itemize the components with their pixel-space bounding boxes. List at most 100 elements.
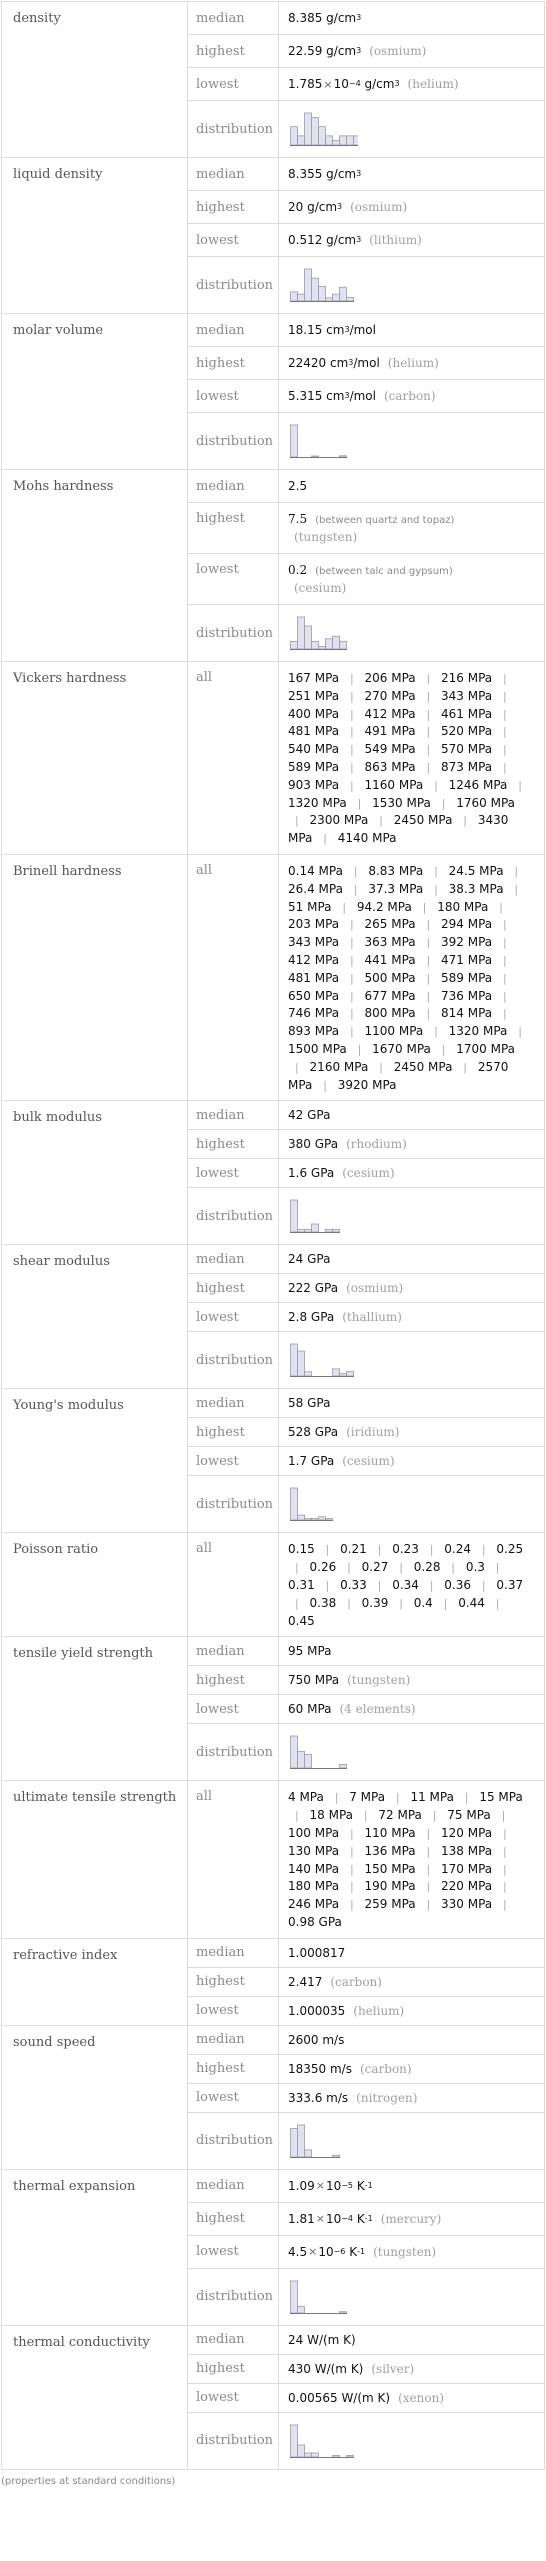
- stat-label-text: median: [196, 1945, 245, 1961]
- separator: |: [481, 1543, 486, 1557]
- stat-value: 1.09 × 10 −5 K -1: [278, 2168, 545, 2203]
- stat-label: highest: [187, 1273, 279, 1304]
- list-value: 0.38: [309, 1595, 337, 1610]
- histogram-bar: [297, 2444, 305, 2458]
- separator: |: [325, 1578, 330, 1592]
- separator: |: [443, 1596, 448, 1610]
- histogram-bar: [304, 1754, 312, 1769]
- list-value: 0.21: [340, 1542, 367, 1557]
- distribution-histogram: [290, 112, 358, 146]
- histogram-bar: [339, 135, 347, 146]
- stat-label: distribution: [187, 412, 279, 470]
- value-list: 4 MPa | 7 MPa | 11 MPa | 15 MPa | 18 MPa…: [288, 1781, 544, 1937]
- times-sign: ×: [308, 2245, 318, 2259]
- histogram-bar: [304, 2149, 312, 2158]
- list-value: 400 MPa: [288, 706, 340, 721]
- stat-label-text: distribution: [196, 2289, 274, 2305]
- histogram-bar: [311, 640, 319, 650]
- list-value: 863 MPa: [364, 759, 416, 774]
- stat-label: lowest: [187, 1302, 279, 1333]
- list-value: 746 MPa: [288, 1006, 340, 1021]
- value: 24 W/(m K): [288, 2332, 356, 2347]
- separator: |: [514, 864, 519, 878]
- separator: |: [347, 1561, 351, 1575]
- value: 8.385 g/cm: [288, 11, 357, 25]
- stat-label: median: [187, 1388, 279, 1419]
- base-ten: 10: [325, 2178, 342, 2193]
- histogram-bar: [332, 1368, 340, 1377]
- stat-label-text: highest: [196, 511, 245, 526]
- mantissa: 4.5: [288, 2244, 308, 2259]
- separator: |: [434, 882, 438, 896]
- histogram-bar: [304, 1518, 312, 1521]
- value: 0.2: [288, 563, 308, 577]
- list-value: 94.2 MPa: [356, 899, 412, 914]
- separator: |: [323, 1078, 327, 1092]
- mantissa: 1.09: [288, 2178, 315, 2193]
- stat-label: distribution: [187, 100, 279, 158]
- stat-label: highest: [187, 1129, 279, 1160]
- property-label-brinell-hardness: Brinell hardness: [1, 853, 188, 1102]
- list-value: 138 MPa: [441, 1843, 493, 1858]
- separator: |: [363, 1809, 368, 1823]
- table-row: ultimate tensile strength all 4 MPa | 7 MP…: [1, 1780, 545, 1939]
- histogram-bar: [304, 268, 312, 302]
- value: 1.7 GPa: [288, 1454, 335, 1469]
- stat-value: 8.385 g/cm 3: [278, 1, 545, 35]
- stat-label: distribution: [187, 1475, 279, 1534]
- separator: |: [349, 918, 354, 932]
- list-value: 75 MPa: [447, 1808, 491, 1823]
- distribution-histogram: [290, 268, 354, 302]
- stat-value: [278, 2267, 545, 2326]
- stat-value: [278, 604, 545, 662]
- stat-label-text: highest: [196, 43, 245, 59]
- separator: |: [377, 1543, 382, 1557]
- histogram-bar: [304, 1371, 312, 1377]
- list-value: 736 MPa: [441, 988, 493, 1003]
- separator: |: [502, 971, 507, 985]
- list-value: 100 MPa: [288, 1825, 340, 1840]
- distribution-histogram: [290, 1735, 347, 1770]
- histogram-bar: [318, 126, 326, 146]
- stat-value: 42 GPa: [278, 1100, 545, 1131]
- distribution-histogram: [290, 424, 347, 458]
- value: K: [349, 2244, 358, 2259]
- histogram-bar: [290, 1199, 298, 1233]
- list-value: 110 MPa: [364, 1825, 416, 1840]
- list-value: 0.39: [361, 1595, 389, 1610]
- property-label-thermal-expansion: thermal expansion: [1, 2168, 188, 2326]
- stat-label: highest: [187, 1665, 279, 1696]
- value-list: 167 MPa | 206 MPa | 216 MPa | 251 MPa | …: [288, 662, 544, 854]
- histogram-bar: [297, 2124, 305, 2158]
- stat-label-text: highest: [196, 2361, 245, 2377]
- histogram-bar: [290, 1343, 298, 1377]
- histogram-bar: [332, 1229, 340, 1233]
- unit-tail: /mol: [353, 356, 380, 370]
- value: 0.512 g/cm: [288, 233, 357, 247]
- stat-label: highest: [187, 2053, 279, 2084]
- separator: |: [426, 760, 431, 774]
- property-label-vickers-hardness: Vickers hardness: [1, 661, 188, 855]
- separator: |: [502, 953, 507, 967]
- value: 1.6 GPa: [288, 1166, 335, 1181]
- stat-label: lowest: [187, 2382, 279, 2413]
- table-row: bulk modulus median 42 GPa: [1, 1100, 545, 1246]
- histogram-bar: [346, 1371, 354, 1377]
- separator: |: [325, 1543, 330, 1557]
- stat-value: 4.5 × 10 −6 K -1 (tungsten): [278, 2234, 545, 2269]
- element-note: (silver): [371, 2361, 415, 2376]
- unit-tail: /mol: [349, 389, 376, 403]
- separator: |: [349, 1844, 354, 1858]
- stat-label: lowest: [187, 2082, 279, 2113]
- value: 42 GPa: [288, 1108, 331, 1123]
- property-label-liquid-density: liquid density: [1, 157, 188, 314]
- element-note: (cesium): [342, 1454, 395, 1469]
- separator: |: [399, 1596, 403, 1610]
- list-value: 1760 MPa: [456, 795, 516, 810]
- stat-label-text: median: [196, 1107, 245, 1123]
- value-list: 0.15 | 0.21 | 0.23 | 0.24 | 0.25 | 0.26 …: [288, 1533, 544, 1636]
- base-ten: 10: [318, 2244, 334, 2259]
- list-value: 677 MPa: [364, 988, 416, 1003]
- element-note: (cesium): [294, 581, 347, 595]
- list-value: 520 MPa: [441, 724, 493, 739]
